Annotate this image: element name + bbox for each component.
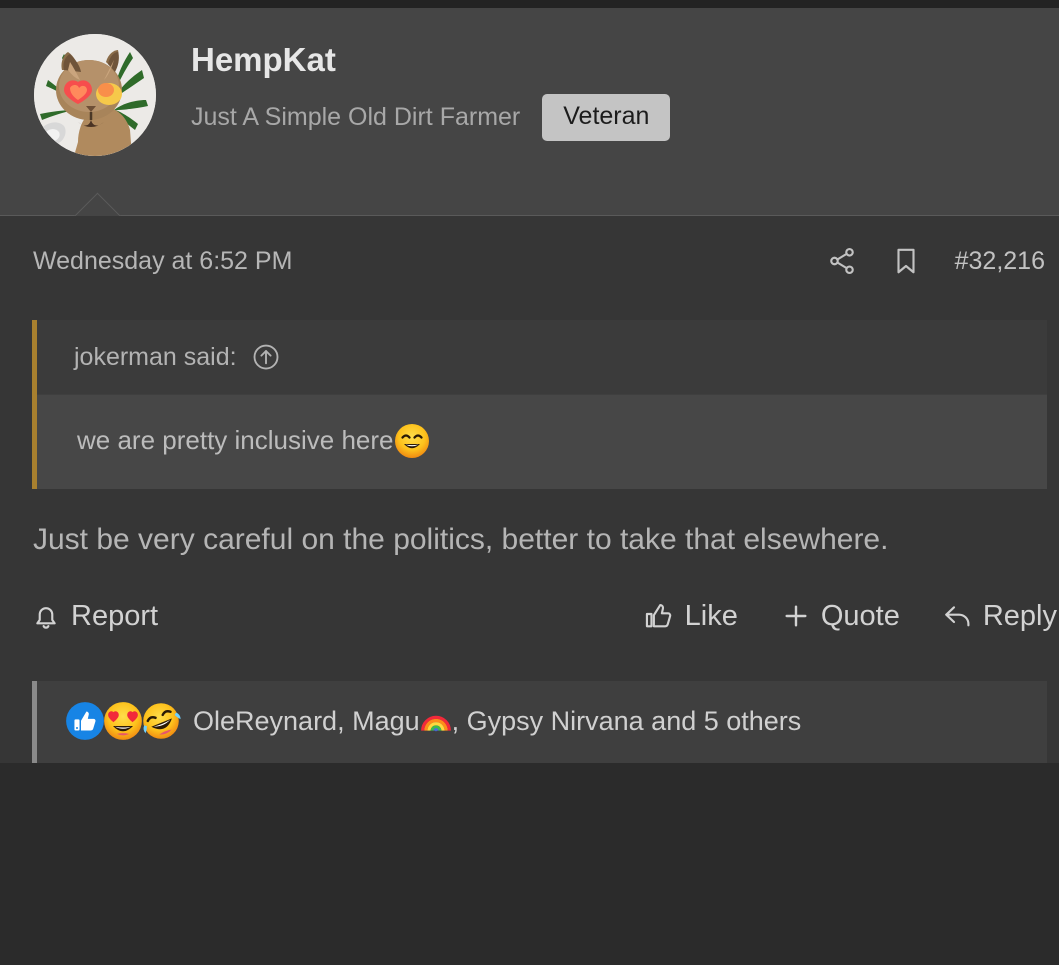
reaction-users-before: OleReynard, Magu — [193, 706, 420, 737]
top-edge-strip — [0, 0, 1059, 8]
bell-icon — [30, 600, 62, 632]
post-user-header: HempKat Just A Simple Old Dirt Farmer Ve… — [0, 8, 1059, 216]
reaction-users-after: , Gypsy Nirvana and 5 others — [451, 706, 802, 737]
avatar[interactable] — [34, 34, 156, 156]
user-title: Just A Simple Old Dirt Farmer — [191, 103, 521, 132]
circled-up-arrow-icon[interactable] — [251, 342, 281, 372]
report-button[interactable]: Report — [30, 600, 158, 633]
report-label: Report — [71, 599, 159, 632]
username[interactable]: HempKat — [191, 41, 670, 78]
post-number[interactable]: #32,216 — [955, 247, 1045, 276]
reply-arrow-icon — [942, 600, 974, 632]
quote-label: Quote — [820, 599, 900, 632]
smiling-face-with-smiling-eyes-emoji — [394, 423, 430, 459]
share-icon[interactable] — [827, 246, 857, 276]
post-meta-actions: #32,216 — [827, 246, 1047, 276]
smiling-face-with-heart-eyes-reaction-icon — [103, 701, 143, 741]
header-caret — [62, 190, 132, 216]
quote-attribution-row: jokerman said: — [37, 320, 1047, 395]
quote-text: we are pretty inclusive here — [77, 425, 394, 456]
rainbow-emoji — [420, 704, 452, 736]
post-body-text: Just be very careful on the politics, be… — [33, 523, 889, 556]
reaction-icon-group — [65, 701, 181, 741]
reply-button[interactable]: Reply — [942, 600, 1057, 633]
like-button[interactable]: Like — [644, 600, 738, 633]
like-label: Like — [684, 599, 738, 632]
forum-post: HempKat Just A Simple Old Dirt Farmer Ve… — [0, 8, 1059, 763]
post-timestamp[interactable]: Wednesday at 6:52 PM — [33, 247, 292, 276]
plus-icon — [780, 600, 812, 632]
bookmark-icon[interactable] — [891, 246, 921, 276]
quote-attribution: jokerman said: — [74, 342, 237, 371]
blockquote: jokerman said: we are pretty inclusive h… — [32, 320, 1047, 489]
status-badge: Veteran — [542, 94, 671, 142]
reactions-bar: OleReynard, Magu , Gypsy Nirvana and 5 o… — [32, 680, 1047, 763]
post-action-buttons: Like Quote Reply — [644, 600, 1057, 633]
like-thumbs-up-reaction-icon — [65, 701, 105, 741]
post-action-bar: Report Like Quote Reply — [0, 562, 1059, 633]
rolling-on-the-floor-laughing-reaction-icon — [141, 701, 181, 741]
reply-label: Reply — [982, 599, 1057, 632]
user-subtitle-row: Just A Simple Old Dirt Farmer Veteran — [191, 94, 671, 142]
quote-body: we are pretty inclusive here — [37, 395, 1047, 489]
thumbs-up-icon — [644, 600, 676, 632]
quote-button[interactable]: Quote — [780, 600, 900, 633]
reaction-users-text[interactable]: OleReynard, Magu , Gypsy Nirvana and 5 o… — [193, 704, 801, 737]
user-meta: HempKat Just A Simple Old Dirt Farmer Ve… — [191, 34, 671, 142]
post-meta-row: Wednesday at 6:52 PM #32,216 — [0, 216, 1059, 294]
